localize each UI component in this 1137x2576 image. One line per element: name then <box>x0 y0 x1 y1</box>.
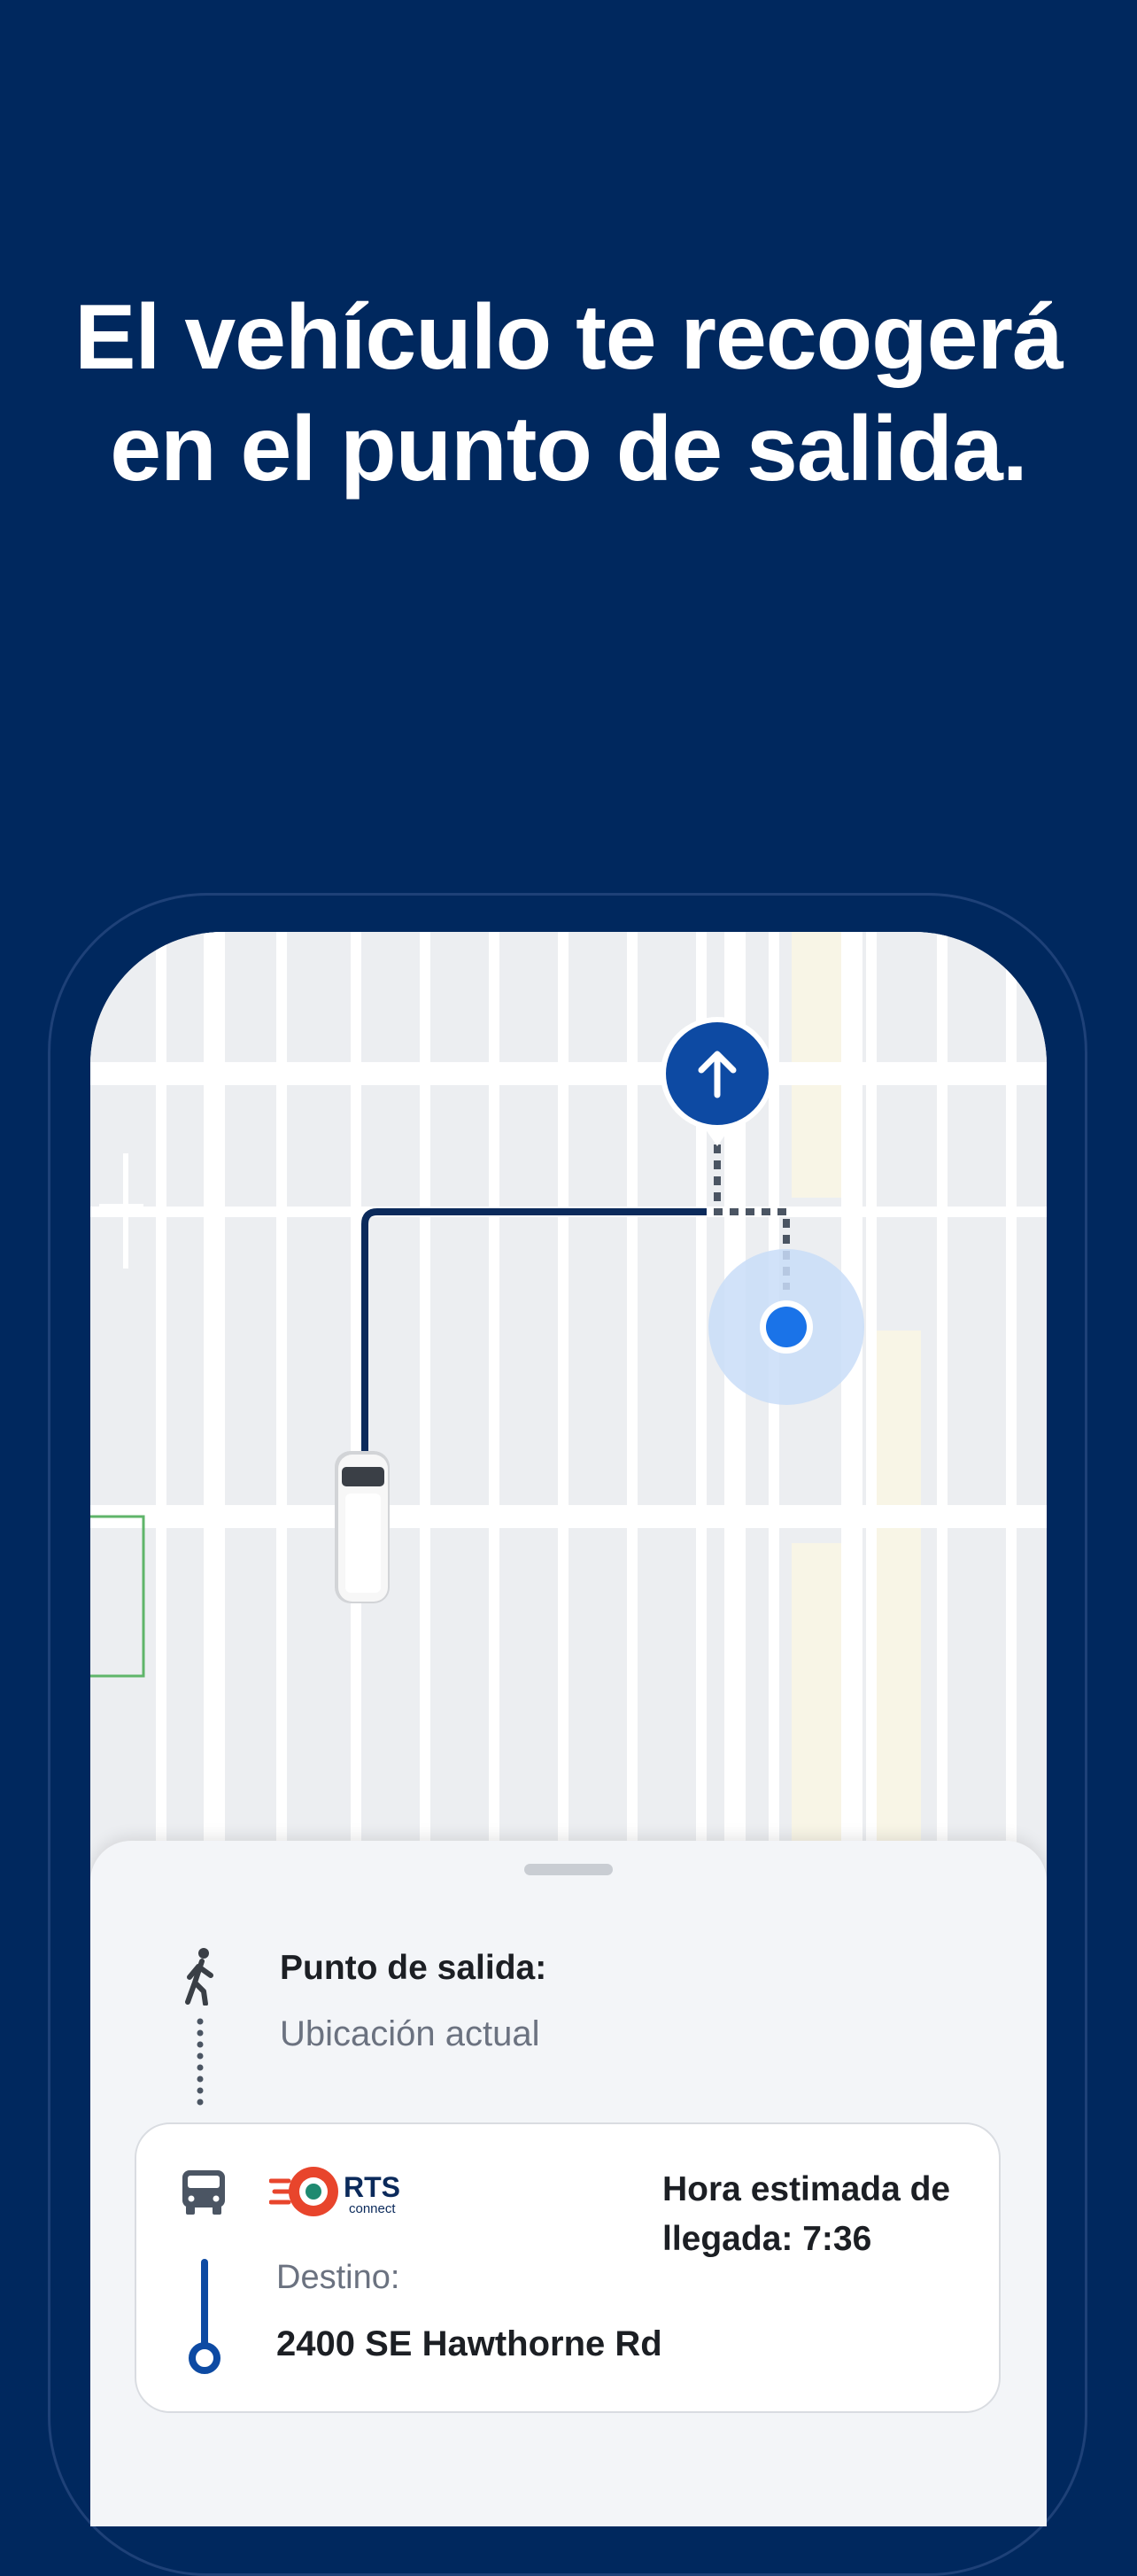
rts-connect-logo: RTS connect <box>269 2167 400 2216</box>
trip-card[interactable]: RTS connect Hora estimada de llegada: 7:… <box>135 2122 1001 2413</box>
destination-value: 2400 SE Hawthorne Rd <box>276 2324 662 2363</box>
route-line-icon <box>189 2259 220 2374</box>
sheet-handle[interactable] <box>524 1864 613 1875</box>
pickup-value: Ubicación actual <box>280 2014 540 2053</box>
phone-screen: Punto de salida: Ubicación actual RTS co… <box>90 932 1047 2526</box>
vehicle-marker <box>335 1451 390 1603</box>
pickup-label: Punto de salida: <box>280 1949 547 1987</box>
trip-sheet[interactable]: Punto de salida: Ubicación actual RTS co… <box>90 1841 1047 2526</box>
walking-person-icon <box>185 1948 213 2006</box>
destination-label: Destino: <box>276 2259 400 2296</box>
logo-text: RTS <box>344 2171 400 2203</box>
logo-subtext: connect <box>349 2201 396 2216</box>
dotted-connector <box>197 2018 204 2106</box>
headline: El vehículo te recogerá en el punto de s… <box>74 286 1064 500</box>
map[interactable] <box>90 932 1047 1906</box>
van-icon <box>182 2170 225 2215</box>
eta-text: Hora estimada de llegada: 7:36 <box>662 2170 951 2258</box>
